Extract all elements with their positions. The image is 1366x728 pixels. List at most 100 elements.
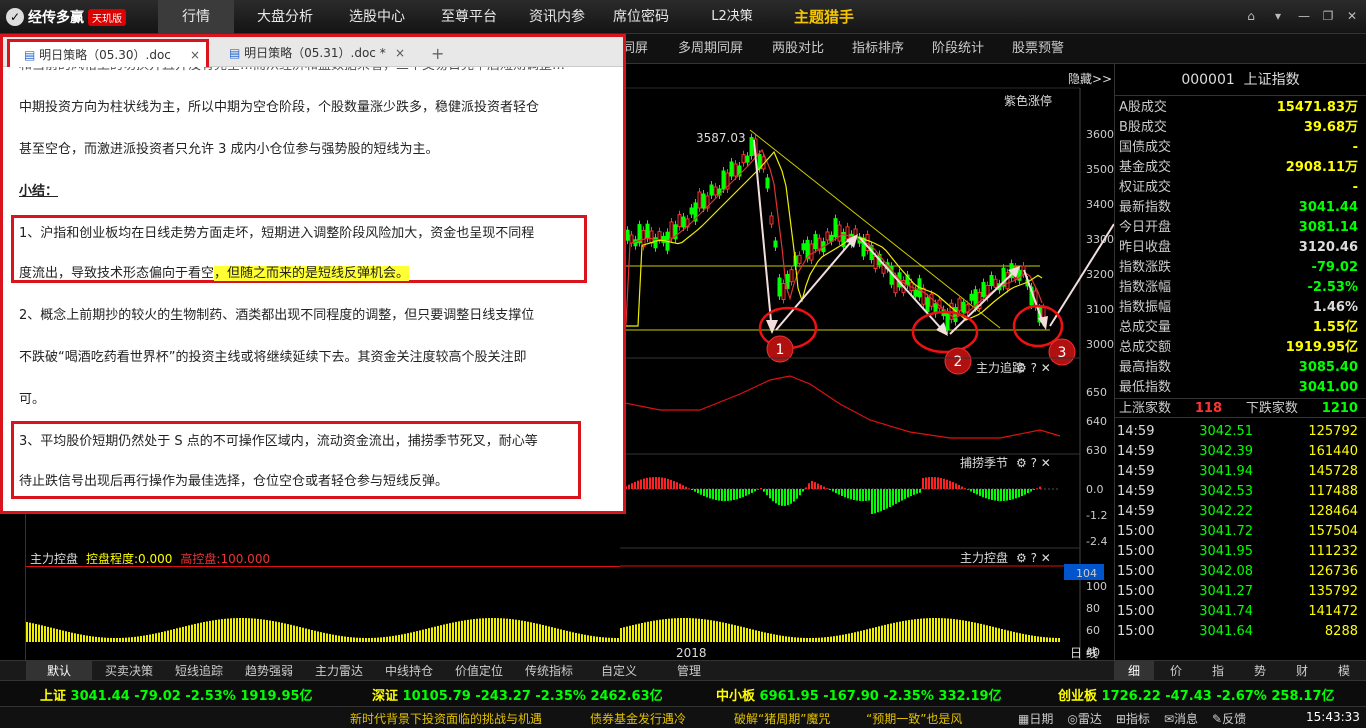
nav-market-analysis[interactable]: 大盘分析 — [244, 0, 326, 34]
quote-value: 39.68万 — [1303, 120, 1358, 135]
quote-row: 最高指数 3085.40 — [1115, 358, 1366, 378]
bottom-tab[interactable]: 默认 — [26, 661, 92, 681]
bottom-tab[interactable]: 传统指标 — [516, 661, 582, 681]
quote-header: 000001 上证指数 — [1115, 64, 1366, 96]
radar-tool[interactable]: ◎雷达 — [1067, 710, 1102, 727]
bottom-tab[interactable]: 自定义 — [586, 661, 652, 681]
tab-stock-alert[interactable]: 股票预警 — [1012, 34, 1064, 64]
tick-cell: 126736 — [1308, 564, 1358, 579]
restore-icon[interactable]: ❐ — [1320, 8, 1336, 24]
status-sz[interactable]: 深证 10105.79 -243.27 -2.35% 2462.63亿 — [372, 685, 663, 704]
doc-body[interactable]: 和当前的风格上的切换并且并没有完全…而从经济和盘数据来看，三个交易日完毕后短期调… — [3, 67, 623, 511]
tab-indicator-sort[interactable]: 指标排序 — [852, 34, 904, 64]
axis-tick: 60 — [1086, 624, 1100, 637]
indicator-tool[interactable]: ⊞指标 — [1116, 710, 1150, 727]
news-item-2[interactable]: 债券基金发行遇冷 — [590, 710, 686, 727]
kongpan-gear-icon[interactable]: ⚙ ? ✕ — [1016, 551, 1051, 565]
axis-tick: 3400 — [1086, 198, 1114, 211]
date-tool[interactable]: ▦日期 — [1018, 710, 1053, 727]
quote-key: 昨日收盘 — [1119, 240, 1172, 255]
quote-value: - — [1352, 180, 1358, 195]
doc-s2a: 2、概念上前期抄的较火的生物制药、酒类都出现不同程度的调整，但只要调整日线支撑位 — [19, 308, 535, 323]
buhuo-gear-icon[interactable]: ⚙ ? ✕ — [1016, 456, 1051, 470]
close-tab-icon[interactable]: × — [190, 42, 200, 69]
tick-cell: 14:59 — [1117, 444, 1155, 459]
bottom-tab[interactable]: 管理 — [656, 661, 722, 681]
tick-cell: 3041.94 — [1199, 464, 1253, 479]
tick-cell: 15:00 — [1117, 544, 1155, 559]
close-tab-icon[interactable]: × — [395, 40, 405, 67]
nav-seat-code[interactable]: 席位密码 — [600, 0, 682, 34]
quote-value: - — [1352, 140, 1358, 155]
hide-panel-button[interactable]: 隐藏>> — [1068, 72, 1112, 86]
new-tab-icon[interactable]: + — [417, 40, 444, 67]
tab-stage-stats[interactable]: 阶段统计 — [932, 34, 984, 64]
tick-cell: 3042.53 — [1199, 484, 1253, 499]
news-item-3[interactable]: 破解“猪周期”魔咒 — [734, 710, 830, 727]
quote-tab[interactable]: 指 — [1198, 661, 1238, 681]
news-item-4[interactable]: “预期一致”也是风 — [866, 710, 962, 727]
tick-row: 15:00 3041.27 135792 — [1115, 582, 1366, 602]
quote-key: 指数涨跌 — [1119, 260, 1172, 275]
bottom-tab[interactable]: 主力雷达 — [306, 661, 372, 681]
close-icon[interactable]: ✕ — [1344, 8, 1360, 24]
axis-tick: 650 — [1086, 386, 1107, 399]
app-logo: ✓ 经传多赢 天玑版 — [6, 6, 126, 28]
tick-row: 14:59 3042.53 117488 — [1115, 482, 1366, 502]
quote-key: 指数涨幅 — [1119, 280, 1172, 295]
quote-tab[interactable]: 细 — [1114, 661, 1154, 681]
doc-s1a: 1、沪指和创业板均在日线走势方面走坏，短期进入调整阶段风险加大，资金也呈现不同程 — [19, 226, 535, 241]
tick-row: 14:59 3042.39 161440 — [1115, 442, 1366, 462]
feedback-tool[interactable]: ✎反馈 — [1212, 710, 1246, 727]
axis-tick: -2.4 — [1086, 535, 1107, 548]
nav-news[interactable]: 资讯内参 — [516, 0, 598, 34]
quote-tab[interactable]: 势 — [1240, 661, 1280, 681]
quote-key: B股成交 — [1119, 120, 1167, 135]
news-item-1[interactable]: 新时代背景下投资面临的挑战与机遇 — [350, 710, 542, 727]
left-gutter — [0, 514, 26, 660]
clock: 15:43:33 — [1306, 710, 1360, 724]
tick-cell: 135792 — [1308, 584, 1358, 599]
doc-s1b: 度流出，导致技术形态偏向于看空 — [19, 266, 215, 281]
status-gem[interactable]: 创业板 1726.22 -47.43 -2.67% 258.17亿 — [1058, 685, 1335, 704]
axis-tick: 3600 — [1086, 128, 1114, 141]
nav-l2-decision[interactable]: L2决策 — [694, 0, 770, 34]
doc-tab-0530[interactable]: ▤ 明日策略（05.30）.doc × — [7, 39, 209, 67]
period-label[interactable]: 日 线 — [1070, 646, 1098, 660]
bottom-tab[interactable]: 短线追踪 — [166, 661, 232, 681]
tick-cell: 14:59 — [1117, 484, 1155, 499]
tab-multi-period[interactable]: 多周期同屏 — [678, 34, 743, 64]
kongpan-legend: 主力控盘 控盘程度:0.000 高控盘:100.000 — [30, 550, 270, 567]
status-sme[interactable]: 中小板 6961.95 -167.90 -2.35% 332.19亿 — [716, 685, 1002, 704]
tick-cell: 15:00 — [1117, 604, 1155, 619]
index-name: 上证指数 — [1243, 72, 1300, 88]
quote-tab[interactable]: 价 — [1156, 661, 1196, 681]
quote-key: 今日开盘 — [1119, 220, 1172, 235]
nav-market[interactable]: 行情 — [158, 0, 234, 34]
document-window[interactable]: ▤ 明日策略（05.30）.doc × ▤ 明日策略（05.31）.doc * × … — [0, 34, 626, 514]
quote-tab[interactable]: 财 — [1282, 661, 1322, 681]
nav-theme-hunter[interactable]: 主题猎手 — [778, 0, 870, 34]
bottom-tab[interactable]: 趋势强弱 — [236, 661, 302, 681]
bottom-tab[interactable]: 价值定位 — [446, 661, 512, 681]
message-tool[interactable]: ✉消息 — [1164, 710, 1198, 727]
nav-stock-picker[interactable]: 选股中心 — [336, 0, 418, 34]
bottom-tab[interactable]: 中线持仓 — [376, 661, 442, 681]
tick-list[interactable]: 14:59 3042.51 125792 14:59 3042.39 161440 14:5… — [1115, 418, 1366, 642]
tick-cell: 3041.64 — [1199, 624, 1253, 639]
status-sh[interactable]: 上证 3041.44 -79.02 -2.53% 1919.95亿 — [40, 685, 313, 704]
bottom-tab[interactable]: 买卖决策 — [96, 661, 162, 681]
minimize-icon[interactable]: — — [1296, 8, 1312, 24]
home-icon[interactable]: ⌂ — [1243, 8, 1259, 24]
menu-icon[interactable]: ▾ — [1270, 8, 1286, 24]
quote-tab[interactable]: 模 — [1324, 661, 1364, 681]
tab-compare[interactable]: 两股对比 — [772, 34, 824, 64]
doc-summary-heading: 小结： — [19, 184, 59, 199]
doc-tab-0531[interactable]: ▤ 明日策略（05.31）.doc * × — [215, 40, 411, 67]
nav-premium-platform[interactable]: 至尊平台 — [428, 0, 510, 34]
quote-value: 1919.95亿 — [1285, 340, 1358, 355]
tick-cell: 3042.22 — [1199, 504, 1253, 519]
zhuli-gear-icon[interactable]: ⚙ ? ✕ — [1016, 361, 1051, 375]
quote-key: 权证成交 — [1119, 180, 1172, 195]
kline-chart-area[interactable]: 隐藏>> 紫色涨停 3600 3500 3400 3300 3200 3100 3000 3… — [619, 64, 1115, 703]
